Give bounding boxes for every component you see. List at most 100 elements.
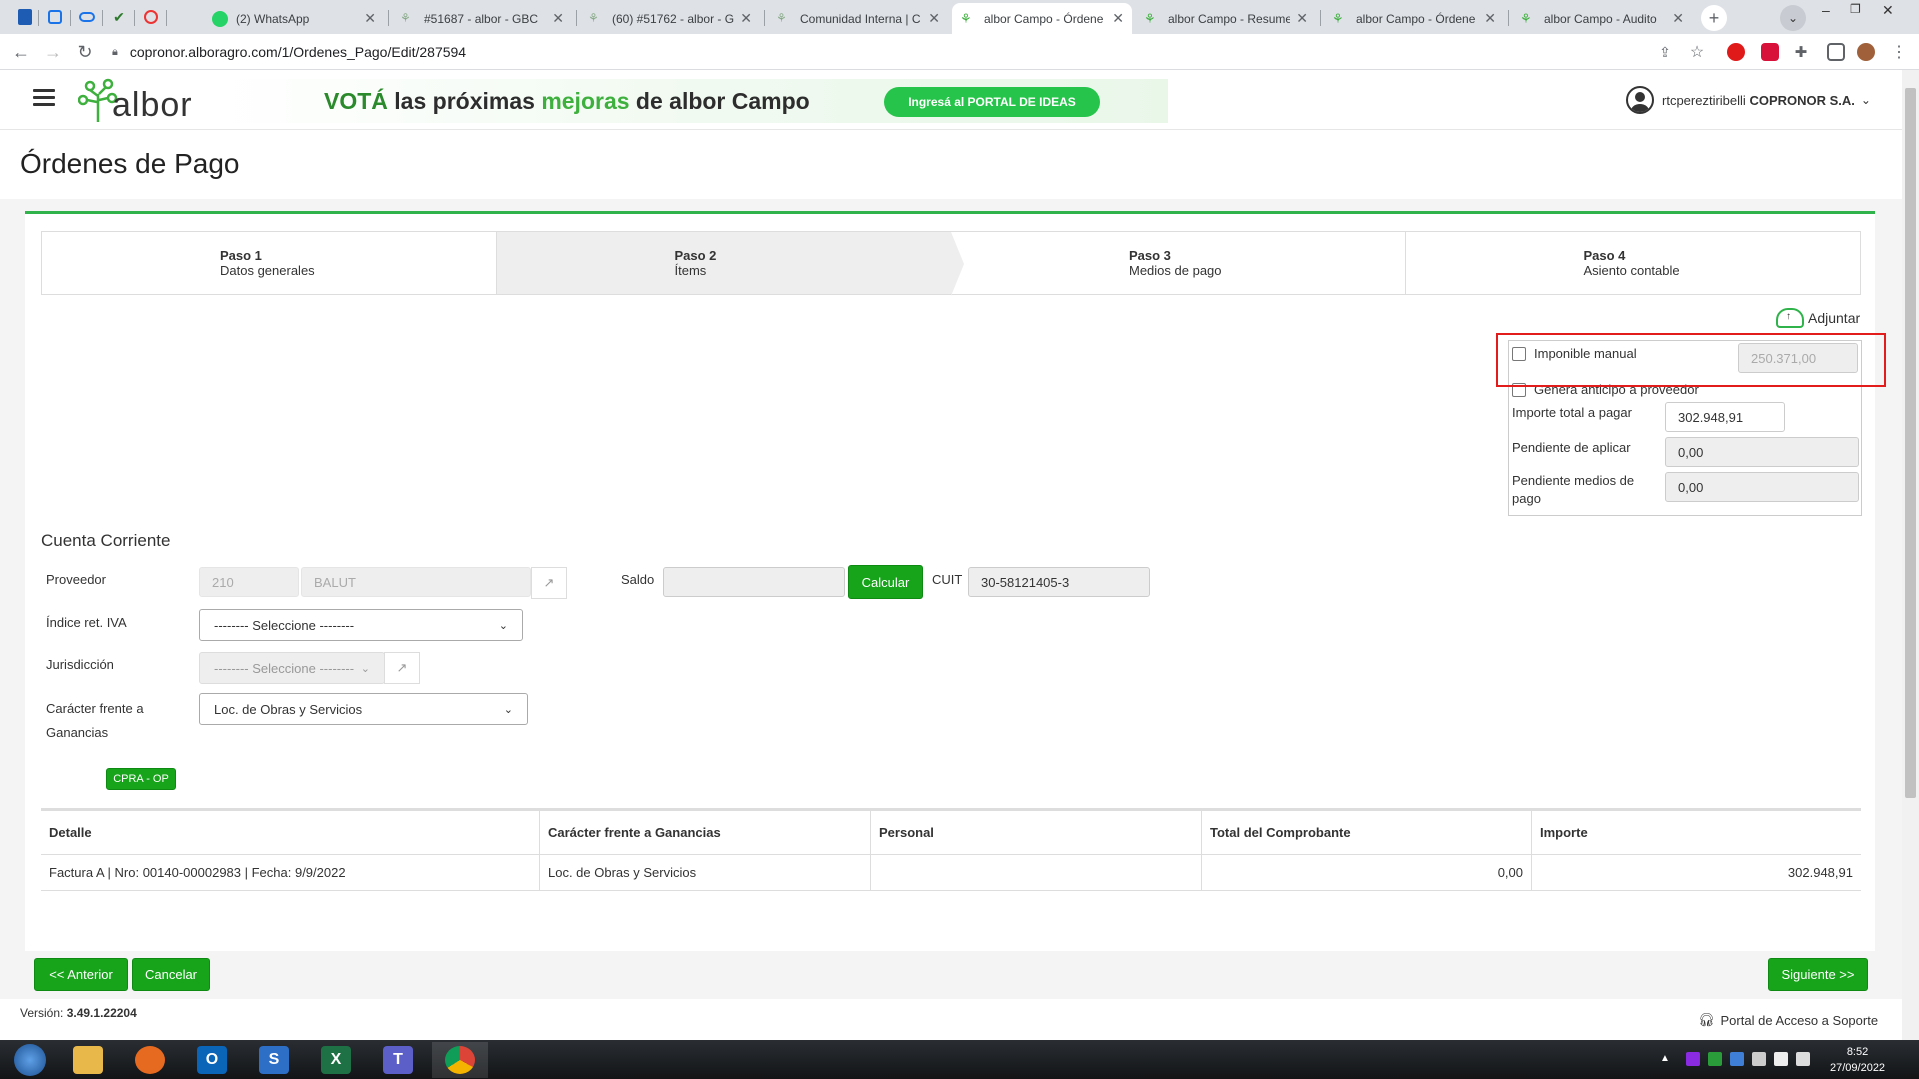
taskbar-clock[interactable]: 8:52 27/09/2022: [1830, 1044, 1885, 1076]
side-panel-icon[interactable]: [1827, 43, 1845, 61]
new-tab-button[interactable]: +: [1701, 5, 1727, 31]
browser-tab[interactable]: ⚘ Comunidad Interna | C ✕: [768, 3, 948, 34]
chrome-icon[interactable]: [432, 1042, 488, 1078]
adjuntar-button[interactable]: ↑ Adjuntar: [1776, 308, 1860, 328]
teams-icon[interactable]: T: [370, 1042, 426, 1078]
file-explorer-icon[interactable]: [60, 1042, 116, 1078]
ideas-banner[interactable]: VOTÁ las próximas mejoras de albor Campo…: [208, 79, 1168, 123]
calcular-button[interactable]: Calcular: [848, 565, 923, 599]
close-tab-icon[interactable]: ✕: [1672, 10, 1684, 27]
pinned-tab-word-icon[interactable]: [14, 6, 36, 28]
outlook-icon[interactable]: O: [184, 1042, 240, 1078]
external-link-icon[interactable]: ↗: [384, 652, 420, 684]
browser-tab[interactable]: ⚘ albor Campo - Audito ✕: [1512, 3, 1692, 34]
user-menu[interactable]: rtcpereztiribelli COPRONOR S.A. ⌄: [1626, 86, 1871, 114]
skype-icon[interactable]: S: [246, 1042, 302, 1078]
tray-volume-icon[interactable]: [1796, 1052, 1810, 1066]
external-link-icon[interactable]: ↗: [531, 567, 567, 599]
close-tab-icon[interactable]: ✕: [1112, 10, 1124, 27]
share-icon[interactable]: ⇪: [1654, 41, 1676, 63]
browser-menu-icon[interactable]: ⋮: [1888, 41, 1910, 63]
address-bar[interactable]: 🔒︎ copronor.alboragro.com/1/Ordenes_Pago…: [112, 38, 1712, 66]
pinned-tab-check-icon[interactable]: ✔: [108, 6, 130, 28]
proveedor-label: Proveedor: [46, 572, 106, 587]
browser-tab-active[interactable]: ⚘ albor Campo - Órdene ✕: [952, 3, 1132, 34]
cell-total: 0,00: [1202, 855, 1532, 890]
browser-tab[interactable]: ⚘ albor Campo - Resume ✕: [1136, 3, 1316, 34]
extension-red-icon[interactable]: [1761, 43, 1779, 61]
cell-caracter: Loc. de Obras y Servicios: [540, 855, 871, 890]
pendiente-aplicar-label: Pendiente de aplicar: [1512, 440, 1631, 455]
close-tab-icon[interactable]: ✕: [364, 10, 376, 27]
browser-tab[interactable]: (2) WhatsApp ✕: [204, 3, 384, 34]
cpra-op-badge[interactable]: CPRA - OP: [106, 768, 176, 790]
indice-iva-select[interactable]: -------- Seleccione -------- ⌄: [199, 609, 523, 641]
step-1[interactable]: Paso 1 Datos generales: [42, 232, 497, 294]
close-window-icon[interactable]: ✕: [1882, 2, 1894, 19]
tray-expand-icon[interactable]: ▲: [1660, 1053, 1670, 1064]
back-arrow-icon[interactable]: ←: [10, 41, 32, 63]
col-detalle: Detalle: [41, 811, 540, 854]
step-2-active[interactable]: Paso 2 Ítems: [496, 232, 964, 296]
importe-total-input[interactable]: 302.948,91: [1665, 402, 1785, 432]
close-tab-icon[interactable]: ✕: [1484, 10, 1496, 27]
support-portal-link[interactable]: 🎧︎ Portal de Acceso a Soporte: [1698, 1012, 1878, 1028]
user-avatar-icon: [1626, 86, 1654, 114]
portal-ideas-button[interactable]: Ingresá al PORTAL DE IDEAS: [884, 87, 1100, 117]
start-button[interactable]: [2, 1042, 58, 1078]
tray-teams-icon[interactable]: [1730, 1052, 1744, 1066]
cloud-upload-icon: ↑: [1776, 308, 1804, 328]
forward-arrow-icon[interactable]: →: [42, 41, 64, 63]
cell-personal: [871, 855, 1202, 890]
scrollbar-thumb[interactable]: [1905, 88, 1916, 798]
close-tab-icon[interactable]: ✕: [1296, 10, 1308, 27]
close-tab-icon[interactable]: ✕: [928, 10, 940, 27]
pinned-tab-link-icon[interactable]: [76, 6, 98, 28]
firefox-icon[interactable]: [122, 1042, 178, 1078]
albor-icon: ⚘: [1332, 10, 1344, 26]
minimize-window-icon[interactable]: –: [1822, 2, 1830, 18]
reload-icon[interactable]: ↻: [74, 41, 96, 63]
excel-icon[interactable]: X: [308, 1042, 364, 1078]
hamburger-menu-icon[interactable]: [33, 89, 55, 107]
caracter-ganancias-label: Carácter frente a Ganancias: [46, 701, 144, 740]
step-4[interactable]: Paso 4 Asiento contable: [1406, 232, 1861, 294]
browser-tab[interactable]: ⚘ (60) #51762 - albor - G ✕: [580, 3, 760, 34]
bookmark-star-icon[interactable]: ☆: [1686, 41, 1708, 63]
siguiente-button[interactable]: Siguiente >>: [1768, 958, 1868, 991]
albor-logo[interactable]: albor: [77, 78, 198, 124]
pendiente-aplicar-input: 0,00: [1665, 437, 1859, 467]
browser-tab[interactable]: ⚘ #51687 - albor - GBC ✕: [392, 3, 572, 34]
restore-window-icon[interactable]: ❐: [1850, 2, 1861, 16]
tray-network-icon[interactable]: [1774, 1052, 1788, 1066]
cancelar-button[interactable]: Cancelar: [132, 958, 210, 991]
profile-avatar[interactable]: [1857, 43, 1875, 61]
tray-device-icon[interactable]: [1752, 1052, 1766, 1066]
headset-icon: 🎧︎: [1698, 1012, 1715, 1027]
pinned-tab-target-icon[interactable]: [140, 6, 162, 28]
tray-pen-icon[interactable]: [1686, 1052, 1700, 1066]
chevron-down-icon: ⌄: [503, 703, 513, 716]
caracter-ganancias-select[interactable]: Loc. de Obras y Servicios ⌄: [199, 693, 528, 725]
tab-search-chevron-icon[interactable]: ⌄: [1780, 5, 1806, 31]
opera-extension-icon[interactable]: [1727, 43, 1745, 61]
step-3[interactable]: Paso 3 Medios de pago: [951, 232, 1406, 294]
anterior-button[interactable]: << Anterior: [34, 958, 128, 991]
browser-toolbar: ← → ↻ 🔒︎ copronor.alboragro.com/1/Ordene…: [0, 34, 1919, 70]
jurisdiccion-label: Jurisdicción: [46, 657, 114, 672]
close-tab-icon[interactable]: ✕: [740, 10, 752, 27]
albor-icon: ⚘: [960, 10, 972, 26]
highlight-annotation: [1496, 333, 1886, 387]
browser-tab[interactable]: ⚘ albor Campo - Órdene ✕: [1324, 3, 1504, 34]
close-tab-icon[interactable]: ✕: [552, 10, 564, 27]
table-row[interactable]: Factura A | Nro: 00140-00002983 | Fecha:…: [41, 855, 1861, 891]
tab-title: (60) #51762 - albor - G: [612, 11, 735, 26]
pinned-tab-apps-icon[interactable]: [44, 6, 66, 28]
company-name: COPRONOR S.A.: [1749, 92, 1855, 108]
extensions-puzzle-icon[interactable]: ✚: [1790, 41, 1812, 63]
albor-icon: ⚘: [588, 10, 599, 25]
lock-icon: 🔒︎: [112, 45, 118, 58]
browser-tab-strip: ✔ (2) WhatsApp ✕ ⚘ #51687 - albor - GBC …: [0, 0, 1919, 34]
total-label: Importe total a pagar: [1512, 405, 1632, 420]
tray-app-icon[interactable]: [1708, 1052, 1722, 1066]
